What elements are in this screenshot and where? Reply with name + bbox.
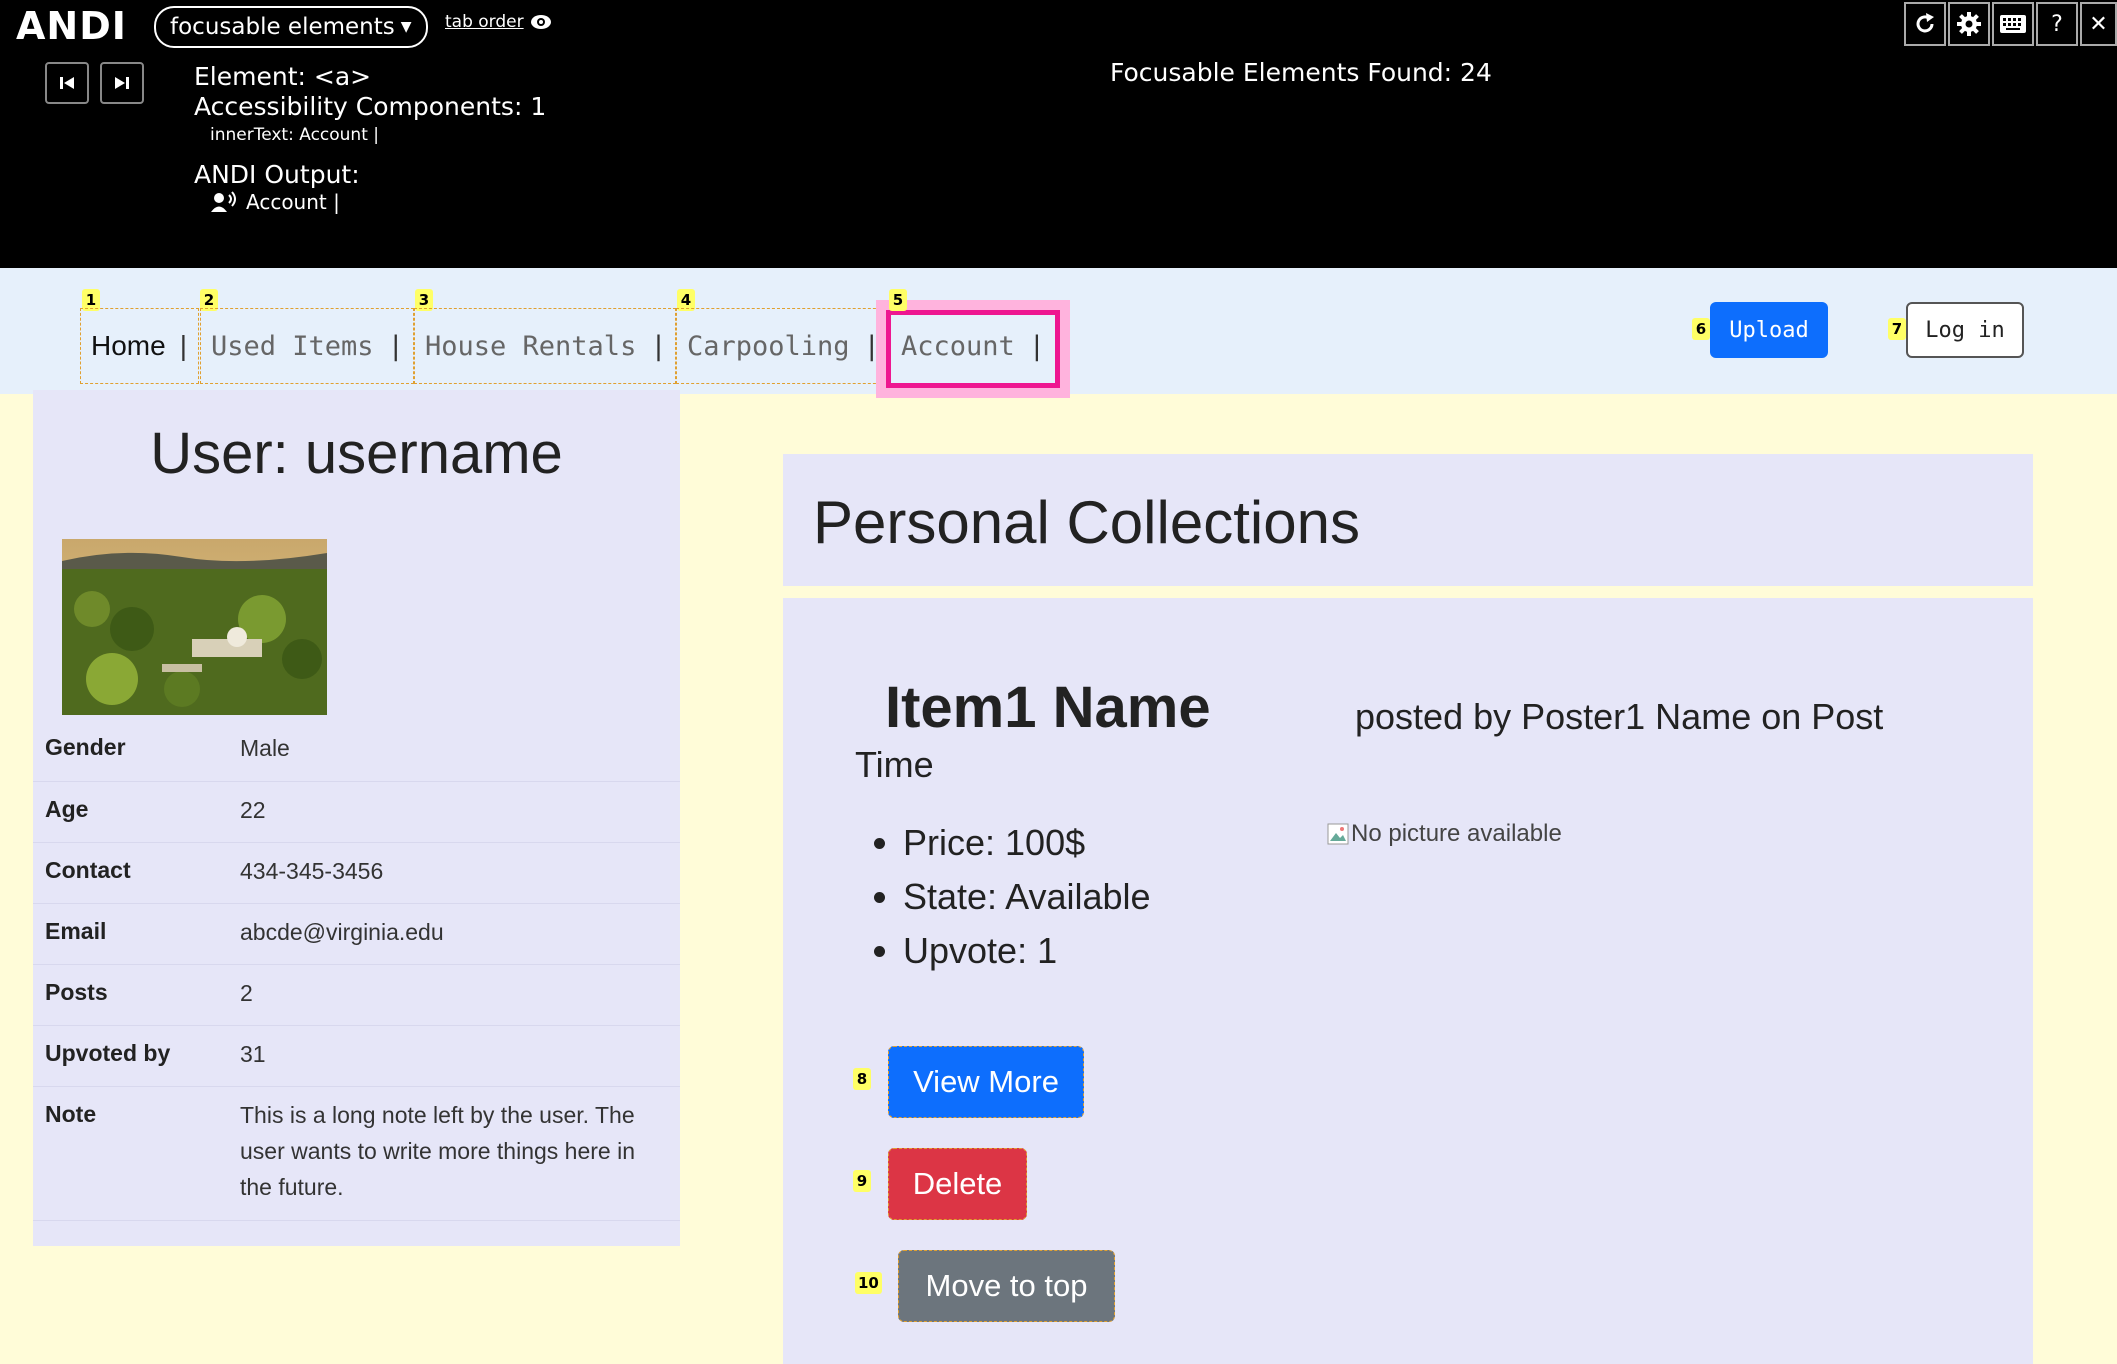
list-item: State: Available <box>903 870 1151 924</box>
speaker-icon <box>211 191 236 212</box>
help-icon: ? <box>2051 11 2063 37</box>
view-more-button[interactable]: View More <box>888 1046 1084 1118</box>
item-name: Item1 Name <box>885 675 1211 740</box>
table-row: Contact 434-345-3456 <box>33 842 680 904</box>
list-item: Upvote: 1 <box>903 924 1151 978</box>
table-row: Note This is a long note left by the user… <box>33 1086 680 1221</box>
row-key: Posts <box>33 964 228 1026</box>
tab-order-badge: 8 <box>853 1068 871 1090</box>
close-button[interactable]: ✕ <box>2080 2 2117 46</box>
row-value: abcde@virginia.edu <box>228 903 680 965</box>
table-row: Gender Male <box>33 720 680 782</box>
nav-separator: | <box>387 330 404 362</box>
module-select-label: focusable elements <box>170 14 395 40</box>
item-card: Item1 Name posted by Poster1 Name on Pos… <box>783 598 2033 1364</box>
row-value: 434-345-3456 <box>228 842 680 904</box>
nav-link-label: Carpooling <box>687 330 850 362</box>
table-row: Posts 2 <box>33 964 680 1026</box>
row-value: This is a long note left by the user. Th… <box>228 1086 680 1221</box>
nav-carpooling-link[interactable]: Carpooling | <box>676 308 886 384</box>
next-element-button[interactable] <box>100 62 144 104</box>
previous-element-button[interactable] <box>45 62 89 104</box>
tab-order-link[interactable]: tab order <box>445 12 552 32</box>
row-key: Age <box>33 781 228 843</box>
broken-image-icon <box>1327 823 1349 845</box>
nav-separator: | <box>179 330 187 361</box>
help-button[interactable]: ? <box>2036 2 2078 46</box>
table-row: Age 22 <box>33 781 680 843</box>
nav-home-link[interactable]: Home | <box>80 308 199 384</box>
item-posted-by: posted by Poster1 Name on Post <box>1355 696 1884 737</box>
row-value: 2 <box>228 964 680 1026</box>
nav-house-rentals-link[interactable]: House Rentals | <box>414 308 676 384</box>
move-to-top-button[interactable]: Move to top <box>898 1250 1115 1322</box>
settings-icon <box>1957 12 1981 36</box>
keyboard-button[interactable] <box>1992 2 2034 46</box>
nav-separator: | <box>1028 330 1046 362</box>
nav-link-label: Used Items <box>211 330 374 362</box>
item-image-placeholder: No picture available <box>1327 820 1562 848</box>
element-tag-line: Element: <a> <box>194 62 372 91</box>
campus-photo-image <box>62 539 327 715</box>
row-key: Upvoted by <box>33 1025 228 1087</box>
tab-order-label: tab order <box>445 12 524 32</box>
collections-title: Personal Collections <box>813 489 1360 556</box>
nav-account-link[interactable]: Account | <box>891 308 1059 384</box>
collections-header: Personal Collections <box>783 454 2033 586</box>
login-button[interactable]: Log in <box>1906 302 2024 358</box>
inner-text-line: innerText: Account | <box>210 125 380 145</box>
tab-order-badge: 6 <box>1692 318 1710 340</box>
table-row: Upvoted by 31 <box>33 1025 680 1087</box>
tab-order-badge: 7 <box>1888 318 1906 340</box>
skip-next-icon <box>115 77 129 89</box>
andi-toolbar: ANDI focusable elements ▼ tab order Elem… <box>0 0 2117 268</box>
item-properties-list: Price: 100$ State: Available Upvote: 1 <box>903 816 1151 978</box>
tab-order-badge: 9 <box>853 1170 871 1192</box>
close-icon: ✕ <box>2089 11 2108 37</box>
upload-button[interactable]: Upload <box>1710 302 1828 358</box>
profile-photo <box>62 539 327 715</box>
keyboard-icon <box>2000 15 2026 33</box>
nav-separator: | <box>650 330 667 362</box>
skip-previous-icon <box>60 77 74 89</box>
list-item: Price: 100$ <box>903 816 1151 870</box>
refresh-button[interactable] <box>1904 2 1946 46</box>
components-line: Accessibility Components: 1 <box>194 92 547 121</box>
profile-title: User: username <box>150 421 563 486</box>
row-key: Note <box>33 1086 228 1221</box>
settings-button[interactable] <box>1948 2 1990 46</box>
row-key: Contact <box>33 842 228 904</box>
andi-output: Account | <box>210 190 340 214</box>
nav-link-label: Account <box>901 330 1015 362</box>
caret-down-icon: ▼ <box>400 19 412 35</box>
element-info: Element: <a> Accessibility Components: 1… <box>194 62 546 148</box>
table-row: Email abcde@virginia.edu <box>33 903 680 965</box>
andi-output-text: Account | <box>246 190 340 214</box>
tab-order-badge: 10 <box>855 1272 882 1294</box>
nav-link-label: Home <box>91 330 166 361</box>
nav-link-label: House Rentals <box>425 330 637 362</box>
row-key: Email <box>33 903 228 965</box>
nav-used-items-link[interactable]: Used Items | <box>200 308 414 384</box>
user-profile-card: User: username Gender Male Age 22 Contact 4… <box>33 390 680 1246</box>
andi-logo: ANDI <box>16 4 127 48</box>
elements-found-count: Focusable Elements Found: 24 <box>1110 58 1492 87</box>
delete-button[interactable]: Delete <box>888 1148 1027 1220</box>
eye-icon <box>530 15 551 29</box>
row-value: 31 <box>228 1025 680 1087</box>
item-time: Time <box>855 744 934 785</box>
profile-details-table: Gender Male Age 22 Contact 434-345-3456 Ema… <box>33 720 680 1221</box>
andi-output-label: ANDI Output: <box>194 160 360 189</box>
no-picture-text: No picture available <box>1351 820 1562 847</box>
row-value: Male <box>228 720 680 782</box>
row-value: 22 <box>228 781 680 843</box>
row-key: Gender <box>33 720 228 782</box>
module-select[interactable]: focusable elements ▼ <box>154 6 428 48</box>
refresh-icon <box>1916 13 1934 33</box>
